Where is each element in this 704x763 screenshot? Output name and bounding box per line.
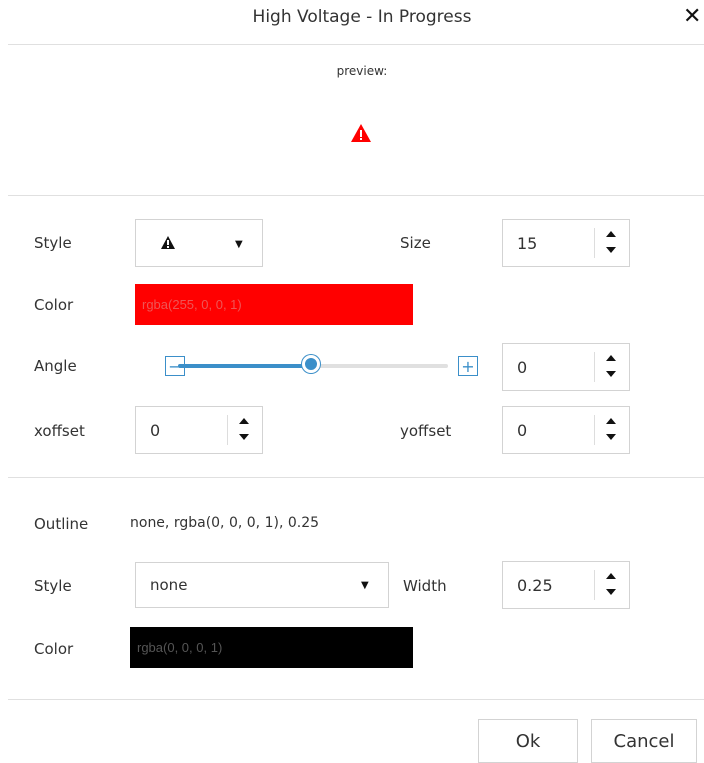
size-label: Size xyxy=(400,234,431,252)
outline-style-select[interactable]: none ▼ xyxy=(135,562,389,608)
dialog-title: High Voltage - In Progress xyxy=(252,7,472,27)
close-icon[interactable]: ✕ xyxy=(683,4,701,30)
outline-style-label: Style xyxy=(34,577,72,595)
outline-color-label: Color xyxy=(34,640,74,658)
size-value: 15 xyxy=(517,233,538,253)
angle-slider-fill xyxy=(178,364,313,368)
divider xyxy=(594,415,595,445)
color-value: rgba(255, 0, 0, 1) xyxy=(142,297,242,312)
angle-spinner[interactable]: 0 xyxy=(502,343,630,391)
chevron-down-icon: ▼ xyxy=(361,580,369,591)
xoffset-label: xoffset xyxy=(34,422,85,440)
outline-color-swatch[interactable]: rgba(0, 0, 0, 1) xyxy=(130,627,413,668)
outline-width-label: Width xyxy=(403,577,447,595)
outline-style-value: none xyxy=(150,576,188,594)
angle-value: 0 xyxy=(517,357,528,377)
warning-triangle-icon xyxy=(161,236,175,249)
ok-button[interactable]: Ok xyxy=(478,719,578,763)
outline-width-value: 0.25 xyxy=(517,575,553,595)
divider xyxy=(8,699,704,700)
divider xyxy=(8,44,704,45)
plus-icon[interactable]: + xyxy=(458,356,478,376)
chevron-down-icon: ▼ xyxy=(235,239,243,250)
spinner-arrows-icon[interactable] xyxy=(604,568,618,600)
divider xyxy=(594,228,595,258)
divider xyxy=(594,352,595,382)
warning-triangle-icon xyxy=(351,124,371,142)
xoffset-spinner[interactable]: 0 xyxy=(135,406,263,454)
outline-label: Outline xyxy=(34,515,89,533)
spinner-arrows-icon[interactable] xyxy=(604,226,618,258)
preview-label: preview: xyxy=(336,64,388,78)
color-swatch[interactable]: rgba(255, 0, 0, 1) xyxy=(135,284,413,325)
angle-slider-thumb[interactable] xyxy=(302,355,320,373)
spinner-arrows-icon[interactable] xyxy=(237,413,251,445)
size-spinner[interactable]: 15 xyxy=(502,219,630,267)
xoffset-value: 0 xyxy=(150,420,161,440)
outline-width-spinner[interactable]: 0.25 xyxy=(502,561,630,609)
yoffset-value: 0 xyxy=(517,420,528,440)
yoffset-spinner[interactable]: 0 xyxy=(502,406,630,454)
divider xyxy=(594,570,595,600)
outline-color-value: rgba(0, 0, 0, 1) xyxy=(137,640,223,655)
cancel-button[interactable]: Cancel xyxy=(591,719,697,763)
spinner-arrows-icon[interactable] xyxy=(604,413,618,445)
outline-summary: none, rgba(0, 0, 0, 1), 0.25 xyxy=(130,515,320,531)
spinner-arrows-icon[interactable] xyxy=(604,350,618,382)
style-select[interactable]: ▼ xyxy=(135,219,263,267)
style-label: Style xyxy=(34,234,72,252)
divider xyxy=(8,477,704,478)
angle-label: Angle xyxy=(34,357,77,375)
divider xyxy=(8,195,704,196)
divider xyxy=(227,415,228,445)
yoffset-label: yoffset xyxy=(400,422,452,440)
color-label: Color xyxy=(34,296,74,314)
